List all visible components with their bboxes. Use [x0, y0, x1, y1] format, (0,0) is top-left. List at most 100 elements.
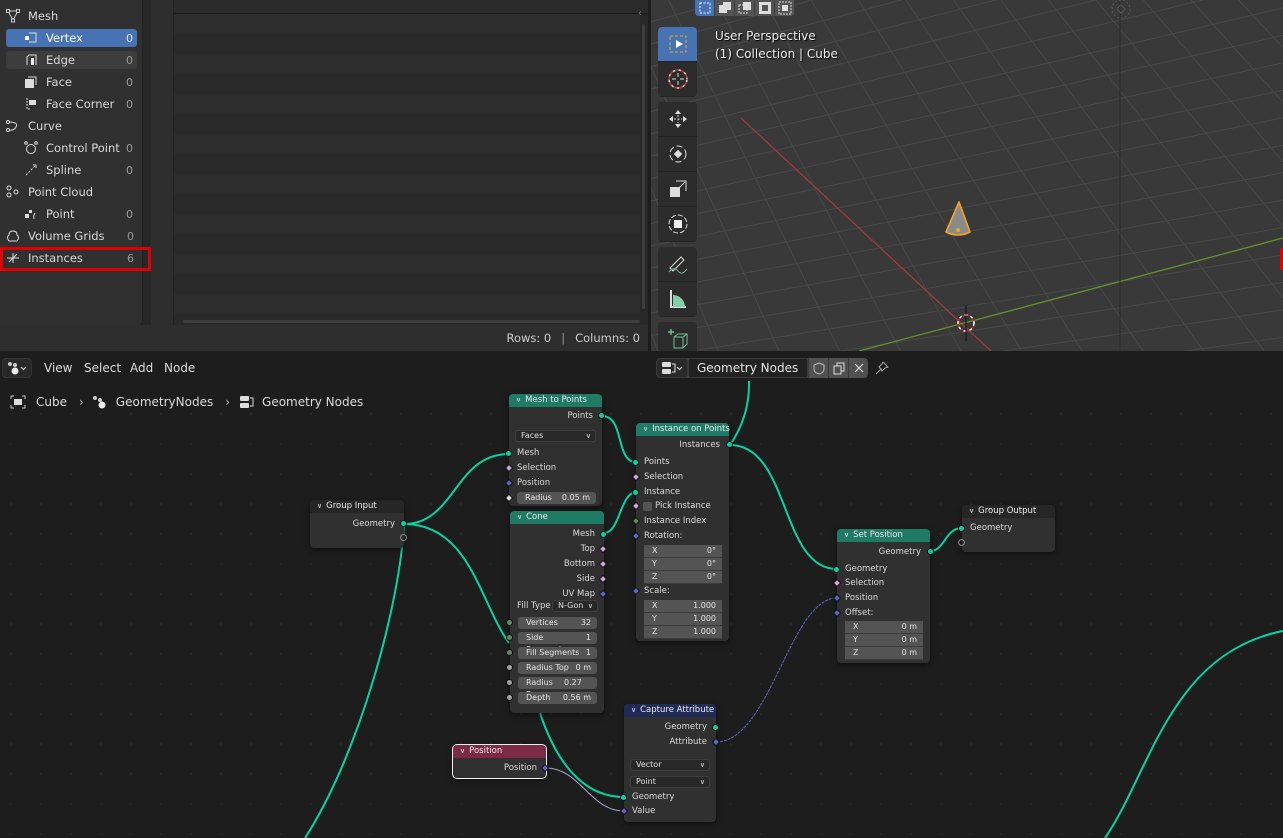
dataset-item-edge[interactable]: Edge 0: [6, 51, 137, 69]
scale-y-field[interactable]: Y 1.000: [644, 613, 722, 626]
select-difference-button[interactable]: [755, 0, 775, 16]
field-radius-top[interactable]: Radius Top 0 m: [518, 662, 597, 674]
dataset-item-mesh[interactable]: Mesh: [2, 7, 138, 25]
output-socket-mesh[interactable]: [600, 531, 607, 538]
output-socket-empty[interactable]: [400, 534, 407, 541]
unlink-button[interactable]: [848, 358, 868, 378]
menu-view[interactable]: View: [44, 361, 72, 375]
link-group-input-to-cone-fill[interactable]: [403, 523, 510, 644]
scale-z-field[interactable]: Z 1.000: [644, 626, 722, 639]
navigation-gizmo-icon[interactable]: [1111, 0, 1131, 19]
link-group-input-down[interactable]: [304, 523, 405, 838]
measure-tool-button[interactable]: [658, 282, 697, 317]
input-socket-radius-top[interactable]: [506, 664, 513, 671]
node-header[interactable]: ∨ Instance on Points: [636, 423, 730, 436]
link-capture-attr-to-set-position[interactable]: [715, 597, 838, 743]
input-socket-fill-segments[interactable]: [506, 649, 513, 656]
dataset-item-control-point[interactable]: Control Point 0: [6, 139, 137, 157]
scale-x-field[interactable]: X 1.000: [644, 600, 722, 613]
menu-add[interactable]: Add: [130, 361, 153, 375]
output-socket-geometry[interactable]: [400, 520, 407, 527]
node-cone[interactable]: ∨ Cone Fill Type N-Gon ∨ Mesh Top Bottom Side…: [506, 511, 608, 713]
input-socket-depth[interactable]: [506, 694, 513, 701]
collapse-sidebar-icon[interactable]: ‹: [638, 8, 642, 19]
mode-dropdown[interactable]: Faces ∨: [515, 430, 596, 442]
output-socket-points[interactable]: [598, 412, 605, 419]
input-socket-mesh[interactable]: [505, 450, 512, 457]
select-extend-button[interactable]: [715, 0, 735, 16]
field-fill-segments[interactable]: Fill Segments 1: [518, 647, 597, 659]
node-tree-browse-button[interactable]: [656, 358, 688, 378]
dataset-item-point[interactable]: Point 0: [6, 205, 137, 223]
offset-z-field[interactable]: Z 0 m: [845, 647, 923, 660]
geometry-node-editor[interactable]: View Select Add Node Geometry Nodes Cube…: [0, 353, 1283, 838]
node-position[interactable]: ∨ Position Position: [452, 744, 550, 779]
dataset-item-face[interactable]: Face 0: [6, 73, 137, 91]
input-socket-empty[interactable]: [958, 539, 965, 546]
horizontal-scrollbar[interactable]: [183, 320, 640, 323]
input-socket-geometry[interactable]: [958, 525, 965, 532]
rotate-tool-button[interactable]: [658, 137, 697, 172]
fake-user-button[interactable]: [808, 358, 828, 378]
node-group-name-field[interactable]: Geometry Nodes: [688, 358, 808, 378]
annotate-tool-button[interactable]: [658, 247, 697, 282]
link-cone-to-instance[interactable]: [603, 491, 637, 534]
fill-type-dropdown[interactable]: N-Gon ∨: [552, 600, 598, 612]
field-depth[interactable]: Depth 0.56 m: [518, 692, 597, 704]
breadcrumb-modifier[interactable]: GeometryNodes: [92, 395, 213, 409]
input-socket-points[interactable]: [632, 459, 639, 466]
node-header[interactable]: ∨ Mesh to Points: [509, 394, 602, 407]
node-group-input[interactable]: ∨ Group Input Geometry: [310, 500, 407, 548]
select-subtract-button[interactable]: [735, 0, 755, 16]
scale-tool-button[interactable]: [658, 172, 697, 207]
output-socket-geometry[interactable]: [712, 724, 719, 731]
node-header[interactable]: ∨ Position: [453, 745, 546, 758]
node-instance-on-points[interactable]: ∨ Instance on Points Instances Points Sel…: [631, 423, 733, 641]
breadcrumb-node-tree[interactable]: Geometry Nodes: [238, 395, 363, 409]
input-socket-side-segments[interactable]: [506, 634, 513, 641]
add-cube-tool-button[interactable]: [658, 322, 697, 351]
link-group-input-to-mesh-to-points[interactable]: [403, 453, 510, 525]
node-header[interactable]: ∨ Capture Attribute: [624, 704, 716, 717]
dataset-item-point-cloud[interactable]: Point Cloud: [2, 183, 138, 201]
dataset-item-vertex[interactable]: Vertex 0: [6, 29, 137, 47]
dataset-item-volume-grids[interactable]: Volume Grids 0: [2, 227, 138, 245]
input-socket-vertices[interactable]: [506, 619, 513, 626]
vertical-scrollbar[interactable]: [642, 24, 645, 309]
dataset-item-spline[interactable]: Spline 0: [6, 161, 137, 179]
editor-type-button[interactable]: [2, 358, 32, 378]
input-socket-radius-bo[interactable]: [506, 679, 513, 686]
node-mesh-to-points[interactable]: ∨ Mesh to Points Points Faces ∨ Mesh Selec…: [504, 394, 605, 506]
field-vertices[interactable]: Vertices 32: [518, 617, 597, 629]
pin-button[interactable]: [874, 360, 890, 379]
data-type-dropdown[interactable]: Vector ∨: [630, 759, 710, 771]
dataset-item-curve[interactable]: Curve: [2, 117, 138, 135]
node-header[interactable]: ∨ Cone: [510, 511, 604, 524]
output-socket-geometry[interactable]: [927, 548, 934, 555]
select-box-tool-button[interactable]: [658, 27, 697, 62]
offset-y-field[interactable]: Y 0 m: [845, 634, 923, 647]
domain-dropdown[interactable]: Point ∨: [630, 776, 710, 788]
dataset-item-face-corner[interactable]: Face Corner 0: [6, 95, 137, 113]
input-socket-instance[interactable]: [632, 489, 639, 496]
link-position-to-capture-value[interactable]: [545, 767, 625, 812]
3d-viewport[interactable]: User Perspective (1) Collection | Cube: [651, 0, 1283, 351]
node-capture-attribute[interactable]: ∨ Capture Attribute Geometry Attribute Ve…: [619, 704, 721, 822]
move-tool-button[interactable]: [658, 102, 697, 137]
link-cone-to-capture[interactable]: [539, 712, 625, 798]
field-side-segments[interactable]: Side Segments 1: [518, 632, 597, 654]
node-group-output[interactable]: ∨ Group Output Geometry: [958, 505, 1055, 552]
radius-field[interactable]: Radius 0.05 m: [517, 492, 596, 504]
input-socket-geometry[interactable]: [620, 794, 627, 801]
select-intersect-button[interactable]: [775, 0, 795, 16]
rotation-x-field[interactable]: X 0°: [644, 545, 722, 558]
duplicate-button[interactable]: [828, 358, 848, 378]
offset-x-field[interactable]: X 0 m: [845, 621, 923, 634]
output-socket-instances[interactable]: [726, 441, 733, 448]
link-instance-to-set-position[interactable]: [729, 444, 838, 570]
field-radius-bo[interactable]: Radius Bo 0.27 m: [518, 677, 597, 699]
breadcrumb-object[interactable]: Cube: [10, 395, 67, 409]
link-set-position-to-output[interactable]: [929, 527, 963, 552]
select-set-button[interactable]: [695, 0, 715, 16]
rotation-y-field[interactable]: Y 0°: [644, 558, 722, 571]
